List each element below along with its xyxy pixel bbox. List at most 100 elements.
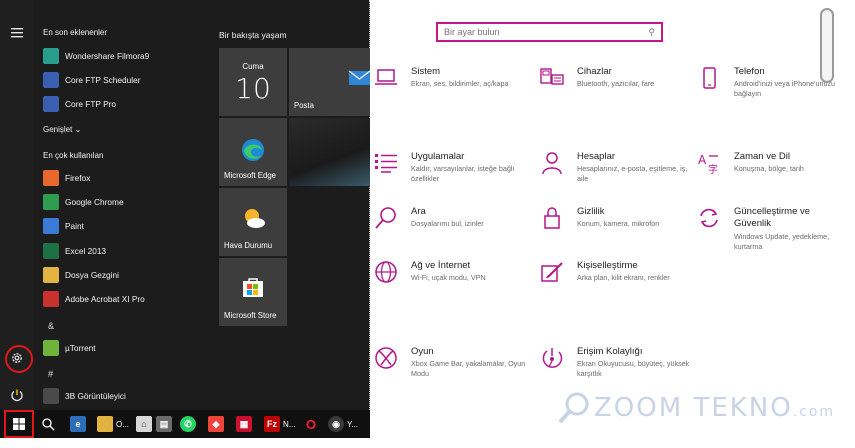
watermark: ZOOM TEKNO.com: [594, 393, 836, 423]
app-item-chrome[interactable]: Google Chrome: [40, 191, 208, 213]
settings-category-devices[interactable]: Cihazlar Bluetooth, yazıcılar, fare: [539, 66, 689, 116]
settings-category-system[interactable]: Sistem Ekran, ses, bildirimler, aç/kapa: [373, 66, 523, 116]
category-description: Konuşma, bölge, tarih: [734, 164, 804, 173]
app-item-acrobat[interactable]: Adobe Acrobat XI Pro: [40, 288, 208, 310]
category-title: Uygulamalar: [411, 151, 465, 162]
settings-category-ease[interactable]: Erişim Kolaylığı Ekran Okuyucusu, büyüteç…: [539, 346, 689, 396]
settings-category-gaming[interactable]: Oyun Xbox Game Bar, yakalamalar, Oyun Mod…: [373, 346, 525, 396]
start-rail: [0, 0, 34, 410]
coreftp-icon: [43, 72, 59, 89]
bottom-strip: [0, 438, 855, 448]
category-title: Oyun: [411, 346, 434, 357]
3d-viewer-icon: [43, 388, 59, 404]
category-title: Telefon: [734, 66, 765, 77]
settings-category-privacy[interactable]: Gizlilik Konum, kamera, mikrofon: [539, 206, 689, 256]
screenshot-root: { "start": { "recent_label": "En son ekl…: [0, 0, 855, 448]
category-description: Windows Update, yedekleme, kurtarma: [734, 232, 830, 251]
folder-icon: [43, 266, 59, 283]
app-item-excel[interactable]: Excel 2013: [40, 240, 208, 262]
app-item-3d-viewer[interactable]: 3B Görüntüleyici: [40, 385, 208, 407]
category-title: Gizlilik: [577, 206, 605, 217]
category-title: Ara: [411, 206, 426, 217]
app-item-paint[interactable]: Paint: [40, 215, 208, 237]
phone-icon: [703, 67, 716, 89]
power-icon[interactable]: [4, 382, 30, 408]
sync-icon: [700, 208, 718, 228]
taskbar-explorer-item[interactable]: O...: [97, 414, 129, 434]
alpha-header-amp[interactable]: &: [48, 321, 54, 331]
mail-tile[interactable]: Posta: [289, 48, 370, 116]
category-title: Güncelleştirme ve Güvenlik: [734, 206, 811, 229]
acrobat-icon: [43, 291, 59, 307]
svg-text:字: 字: [708, 163, 718, 175]
alpha-header-hash[interactable]: #: [48, 369, 53, 379]
app-label: Wondershare Filmora9: [65, 51, 150, 61]
app-label: 3B Görüntüleyici: [65, 391, 126, 401]
settings-category-update[interactable]: Güncelleştirme ve Güvenlik Windows Update…: [696, 206, 846, 256]
windows-logo-icon: [13, 418, 25, 430]
app-item-coreftp[interactable]: Core FTP Scheduler: [40, 69, 208, 91]
settings-category-apps[interactable]: Uygulamalar Kaldır, varsayılanlar, isteğe…: [373, 151, 523, 201]
expand-link[interactable]: Genişlet ⌄: [43, 125, 81, 134]
laptop-icon: [375, 69, 397, 85]
settings-search-box[interactable]: ⚲: [436, 22, 663, 42]
settings-category-personalization[interactable]: Kişiselleştirme Arka plan, kilit ekranı, …: [539, 260, 689, 310]
category-description: Konum, kamera, mikrofon: [577, 219, 660, 228]
settings-category-search[interactable]: Ara Dosyalarımı bul, izinler: [373, 206, 523, 256]
edge-tile[interactable]: Microsoft Edge: [219, 118, 287, 186]
taskbar-edge-icon[interactable]: e: [70, 414, 86, 434]
chrome-icon: [43, 194, 59, 211]
category-title: Zaman ve Dil: [734, 151, 790, 162]
hamburger-menu-icon[interactable]: [4, 20, 30, 46]
taskbar-home-icon[interactable]: ⌂: [136, 414, 152, 434]
taskbar-chrome-item[interactable]: ◉ Y...: [328, 414, 358, 434]
apps-list-icon: [375, 154, 397, 173]
windows-start-button[interactable]: [4, 410, 34, 438]
app-label: Excel 2013: [65, 245, 107, 256]
settings-category-time[interactable]: A 字 Zaman ve Dil Konuşma, bölge, tarih: [696, 151, 846, 201]
taskbar-search-icon[interactable]: [42, 414, 55, 434]
settings-category-accounts[interactable]: Hesaplar Hesaplarınız, e-posta, eşitleme,…: [539, 151, 689, 201]
language-icon: A字: [698, 153, 718, 175]
app-label: Dosya Gezgini: [65, 269, 119, 280]
svg-text:A: A: [698, 153, 707, 167]
search-icon: [375, 207, 396, 229]
taskbar-filezilla-item[interactable]: Fz N...: [264, 414, 295, 434]
settings-gear-icon[interactable]: [4, 345, 30, 371]
category-title: Hesaplar: [577, 151, 616, 162]
brush-icon: [541, 262, 563, 282]
scrollbar-thumb[interactable]: [820, 8, 834, 83]
taskbar: e O... ⌂ ▤ ✆ ◆ ▦ Fz N... O ◉ Y...: [0, 410, 370, 438]
photos-tile[interactable]: [289, 118, 370, 186]
category-title: Sistem: [411, 66, 441, 77]
taskbar-opera-icon[interactable]: O: [303, 414, 319, 434]
taskbar-whatsapp-icon[interactable]: ✆: [180, 414, 196, 434]
weather-icon: [245, 209, 265, 228]
app-item-utorrent[interactable]: µTorrent: [40, 337, 208, 359]
app-item-firefox[interactable]: Firefox: [40, 167, 208, 189]
weather-tile-label: Hava Durumu: [224, 241, 273, 250]
app-item-filmora[interactable]: Wondershare Filmora9: [40, 45, 208, 67]
edge-tile-label: Microsoft Edge: [224, 171, 277, 180]
settings-search-input[interactable]: [444, 27, 634, 37]
store-tile[interactable]: Microsoft Store: [219, 258, 287, 326]
calendar-day: Cuma: [242, 62, 264, 71]
category-title: Erişim Kolaylığı: [577, 346, 643, 357]
category-title: Cihazlar: [577, 66, 612, 77]
taskbar-app-icon[interactable]: ▦: [236, 414, 252, 434]
taskbar-store-icon[interactable]: ▤: [156, 414, 172, 434]
calendar-tile[interactable]: Cuma 10: [219, 48, 287, 116]
app-label: Core FTP Pro: [65, 99, 117, 110]
calendar-date: 10: [235, 72, 271, 105]
app-item-folder[interactable]: Dosya Gezgini: [40, 264, 208, 286]
app-label: Google Chrome: [65, 197, 124, 208]
firefox-icon: [43, 170, 59, 186]
category-description: Arka plan, kilit ekranı, renkler: [577, 273, 670, 282]
settings-category-network[interactable]: Ağ ve İnternet Wi-Fi, uçak modu, VPN: [373, 260, 523, 310]
category-description: Wi-Fi, uçak modu, VPN: [411, 273, 486, 282]
app-item-coreftp[interactable]: Core FTP Pro: [40, 93, 208, 115]
category-description: Ekran, ses, bildirimler, aç/kapa: [411, 79, 509, 88]
mail-tile-label: Posta: [294, 101, 314, 110]
weather-tile[interactable]: Hava Durumu: [219, 188, 287, 256]
taskbar-anydesk-icon[interactable]: ◆: [208, 414, 224, 434]
